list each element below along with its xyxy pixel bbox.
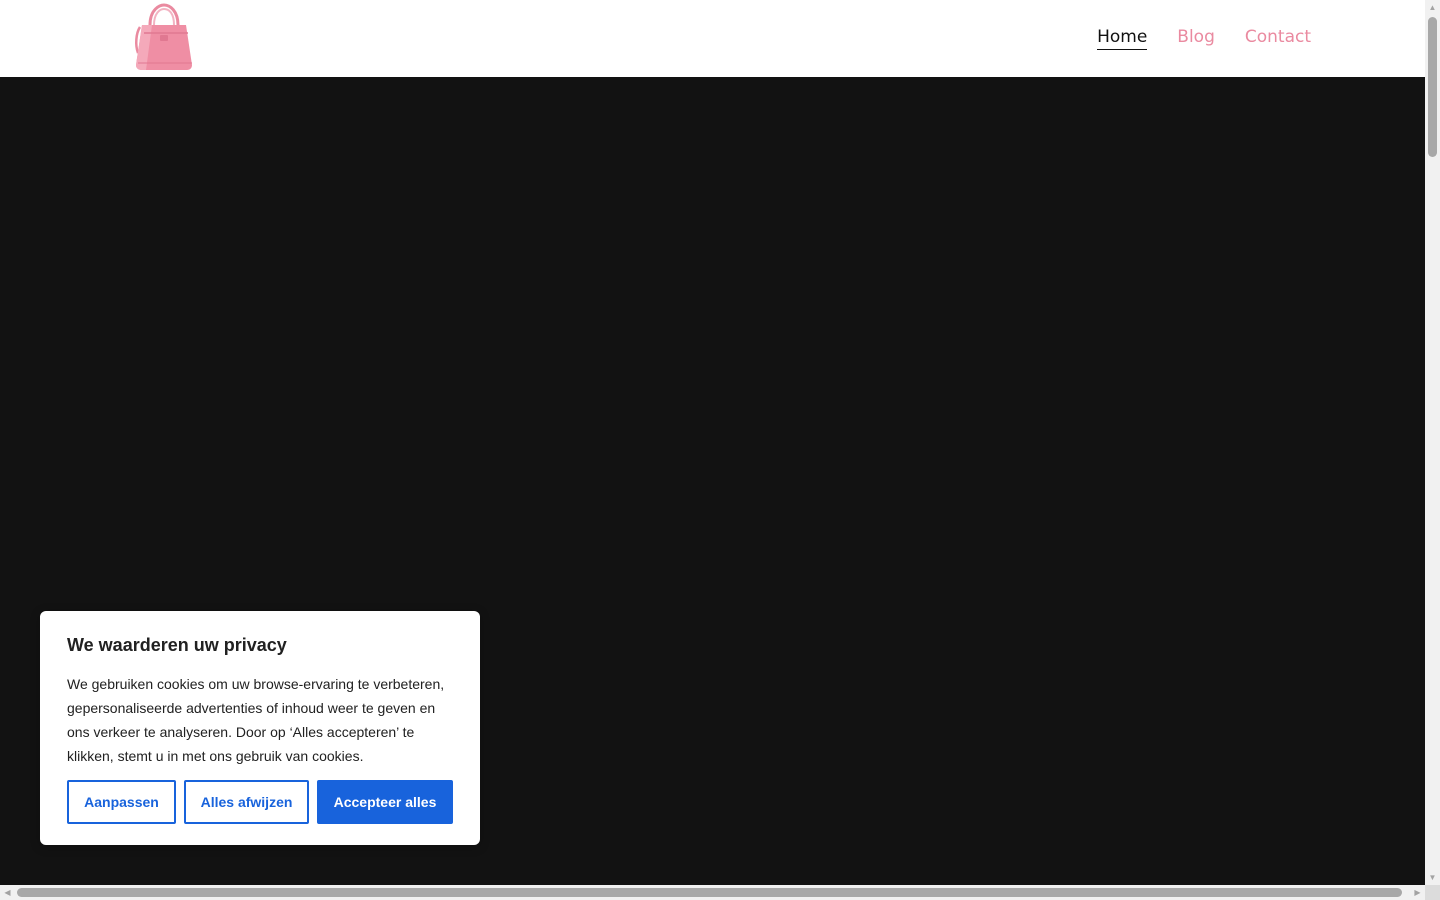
horizontal-scroll-thumb[interactable] — [17, 888, 1402, 897]
scroll-down-arrow-icon[interactable]: ▼ — [1425, 870, 1440, 885]
scrollbar-corner — [1425, 885, 1440, 900]
nav-link-home[interactable]: Home — [1097, 27, 1148, 50]
handbag-icon — [135, 3, 192, 70]
cookie-banner-title: We waarderen uw privacy — [67, 635, 287, 655]
customize-button[interactable]: Aanpassen — [67, 780, 176, 824]
scroll-up-arrow-icon[interactable]: ▲ — [1425, 0, 1440, 15]
site-logo[interactable] — [132, 3, 194, 71]
scroll-right-arrow-icon[interactable]: ▶ — [1410, 885, 1425, 900]
vertical-scroll-thumb[interactable] — [1428, 17, 1437, 157]
nav-link-contact[interactable]: Contact — [1245, 27, 1311, 50]
accept-all-button[interactable]: Accepteer alles — [317, 780, 453, 824]
cookie-button-row: Aanpassen Alles afwijzen Accepteer alles — [67, 780, 453, 824]
reject-all-button[interactable]: Alles afwijzen — [184, 780, 309, 824]
scroll-left-arrow-icon[interactable]: ◀ — [0, 885, 15, 900]
horizontal-scrollbar[interactable]: ◀ ▶ — [0, 885, 1425, 900]
cookie-consent-banner: We waarderen uw privacy We gebruiken coo… — [40, 611, 480, 845]
main-nav: Home Blog Contact — [1097, 27, 1311, 50]
cookie-banner-text: We gebruiken cookies om uw browse-ervari… — [67, 676, 445, 764]
nav-link-blog[interactable]: Blog — [1177, 27, 1215, 50]
vertical-scrollbar[interactable]: ▲ ▼ — [1425, 0, 1440, 885]
site-header: Home Blog Contact — [0, 0, 1425, 77]
